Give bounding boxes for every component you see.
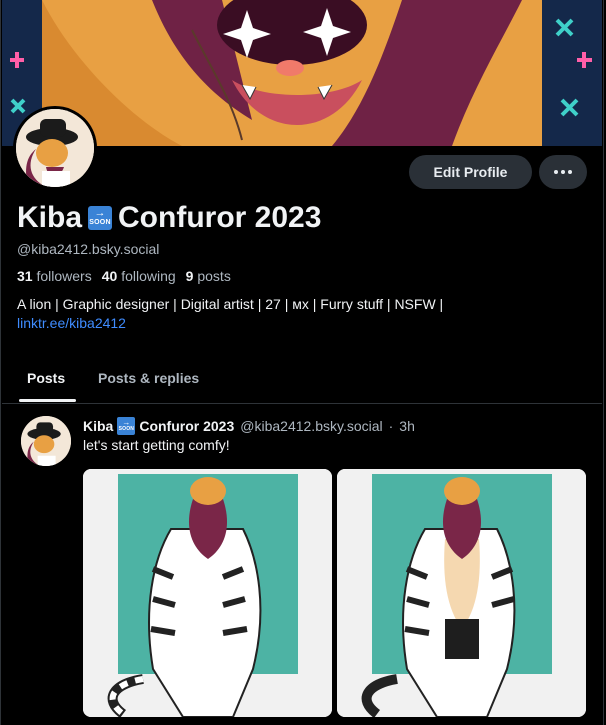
soon-arrow-icon: → SOON bbox=[88, 206, 113, 230]
ellipsis-icon bbox=[554, 170, 558, 174]
post-image-2-art bbox=[337, 469, 586, 717]
avatar-image bbox=[16, 109, 94, 187]
more-options-button[interactable] bbox=[539, 155, 587, 189]
post-image-1[interactable] bbox=[83, 469, 332, 717]
profile-banner[interactable] bbox=[2, 0, 602, 146]
banner-artwork bbox=[2, 0, 602, 146]
post-author-avatar[interactable] bbox=[21, 416, 71, 466]
profile-bio: A lion | Graphic designer | Digital arti… bbox=[17, 295, 587, 333]
edit-profile-button[interactable]: Edit Profile bbox=[409, 155, 532, 189]
post-image-1-art bbox=[83, 469, 332, 717]
posts-count: 9 posts bbox=[185, 268, 231, 284]
following-link[interactable]: 40 following bbox=[102, 268, 176, 284]
post-author-name[interactable]: Kiba → SOON Confuror 2023 bbox=[83, 417, 234, 435]
post-avatar-image bbox=[21, 416, 71, 466]
display-name: Kiba → SOON Confuror 2023 bbox=[17, 201, 321, 235]
post-text: let's start getting comfy! bbox=[83, 437, 230, 453]
display-name-suffix: Confuror 2023 bbox=[118, 201, 322, 234]
followers-link[interactable]: 31 followers bbox=[17, 268, 92, 284]
active-tab-indicator bbox=[19, 399, 76, 402]
bio-link[interactable]: linktr.ee/kiba2412 bbox=[17, 314, 587, 333]
post-image-2[interactable] bbox=[337, 469, 586, 717]
post-header: Kiba → SOON Confuror 2023 @kiba2412.bsky… bbox=[83, 417, 415, 435]
profile-tabs: Posts Posts & replies bbox=[2, 358, 602, 404]
display-name-first: Kiba bbox=[17, 201, 83, 234]
post-separator: · bbox=[388, 418, 394, 434]
bio-text: A lion | Graphic designer | Digital arti… bbox=[17, 296, 444, 312]
post-author-handle[interactable]: @kiba2412.bsky.social bbox=[240, 418, 382, 434]
profile-handle: @kiba2412.bsky.social bbox=[17, 241, 160, 257]
tab-posts[interactable]: Posts bbox=[27, 370, 65, 386]
post-timestamp[interactable]: 3h bbox=[399, 418, 415, 434]
profile-stats: 31 followers 40 following 9 posts bbox=[17, 268, 231, 284]
tab-posts-replies[interactable]: Posts & replies bbox=[98, 370, 199, 386]
soon-arrow-icon: → SOON bbox=[117, 417, 136, 435]
profile-avatar[interactable] bbox=[13, 106, 97, 190]
